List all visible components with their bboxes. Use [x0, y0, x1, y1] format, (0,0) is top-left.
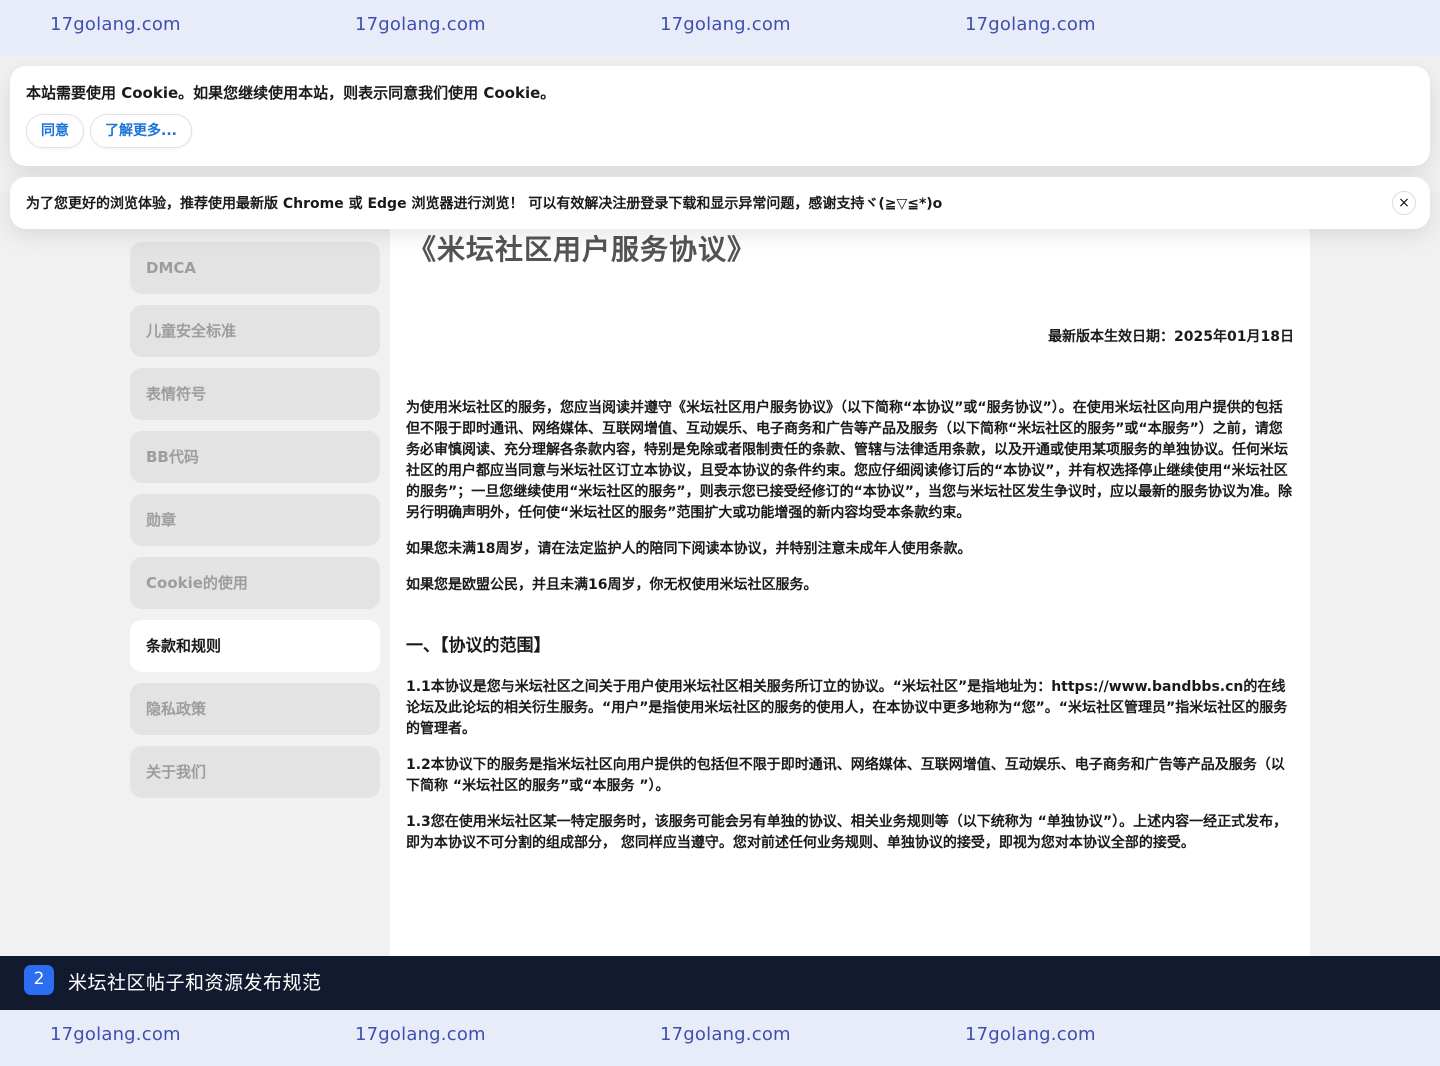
sidebar-item-about[interactable]: 关于我们: [130, 746, 380, 798]
cookie-message: 本站需要使用 Cookie。如果您继续使用本站，则表示同意我们使用 Cookie…: [26, 84, 556, 102]
watermark-strip-bottom: 17golang.com 17golang.com 17golang.com 1…: [0, 1010, 1440, 1066]
clause-1-3: 1.3您在使用米坛社区某一特定服务时，该服务可能会另有单独的协议、相关业务规则等…: [406, 814, 1288, 851]
cookie-notice: 本站需要使用 Cookie。如果您继续使用本站，则表示同意我们使用 Cookie…: [10, 66, 1430, 166]
watermark-text: 17golang.com: [50, 14, 181, 35]
sidebar-item-child-safety[interactable]: 儿童安全标准: [130, 305, 380, 357]
watermark-text: 17golang.com: [660, 1024, 791, 1045]
section-heading: 一、【协议的范围】: [406, 636, 551, 656]
clause-1-1: 1.1本协议是您与米坛社区之间关于用户使用米坛社区相关服务所订立的协议。“米坛社…: [406, 679, 1288, 737]
browser-notice: 为了您更好的浏览体验，推荐使用最新版 Chrome 或 Edge 浏览器进行浏览…: [10, 177, 1430, 229]
sidebar-item-bbcode[interactable]: BB代码: [130, 431, 380, 483]
eu-notice: 如果您是欧盟公民，并且未满16周岁，你无权使用米坛社区服务。: [406, 577, 818, 593]
close-icon[interactable]: ×: [1392, 191, 1416, 215]
sidebar-item-medals[interactable]: 勋章: [130, 494, 380, 546]
effective-date: 最新版本生效日期：2025年01月18日: [1048, 329, 1294, 345]
watermark-text: 17golang.com: [965, 14, 1096, 35]
document-body: 为使用米坛社区的服务，您应当阅读并遵守《米坛社区用户服务协议》（以下简称“本协议…: [406, 398, 1294, 869]
banner-number-badge: 2: [24, 965, 54, 995]
sidebar-item-privacy[interactable]: 隐私政策: [130, 683, 380, 735]
watermark-text: 17golang.com: [355, 14, 486, 35]
document-title: 《米坛社区用户服务协议》: [408, 233, 757, 266]
terms-document: 《米坛社区用户服务协议》 最新版本生效日期：2025年01月18日 为使用米坛社…: [390, 180, 1310, 956]
clause-1-2: 1.2本协议下的服务是指米坛社区向用户提供的包括但不限于即时通讯、网络媒体、互联…: [406, 757, 1285, 794]
watermark-text: 17golang.com: [660, 14, 791, 35]
intro-paragraph: 为使用米坛社区的服务，您应当阅读并遵守《米坛社区用户服务协议》（以下简称“本协议…: [406, 400, 1293, 521]
sidebar-item-cookie-usage[interactable]: Cookie的使用: [130, 557, 380, 609]
sidebar-item-emoji[interactable]: 表情符号: [130, 368, 380, 420]
sidebar-item-terms[interactable]: 条款和规则: [130, 620, 380, 672]
watermark-text: 17golang.com: [50, 1024, 181, 1045]
watermark-strip-top: 17golang.com 17golang.com 17golang.com 1…: [0, 0, 1440, 56]
watermark-text: 17golang.com: [355, 1024, 486, 1045]
sidebar-item-dmca[interactable]: DMCA: [130, 242, 380, 294]
cookie-agree-button[interactable]: 同意: [26, 114, 84, 148]
banner-title: 米坛社区帖子和资源发布规范: [68, 972, 322, 994]
minor-notice: 如果您未满18周岁，请在法定监护人的陪同下阅读本协议，并特别注意未成年人使用条款…: [406, 541, 972, 557]
watermark-text: 17golang.com: [965, 1024, 1096, 1045]
browser-notice-message: 为了您更好的浏览体验，推荐使用最新版 Chrome 或 Edge 浏览器进行浏览…: [26, 196, 943, 212]
cookie-learn-more-button[interactable]: 了解更多...: [90, 114, 192, 148]
bottom-banner: 2 米坛社区帖子和资源发布规范: [0, 956, 1440, 1010]
